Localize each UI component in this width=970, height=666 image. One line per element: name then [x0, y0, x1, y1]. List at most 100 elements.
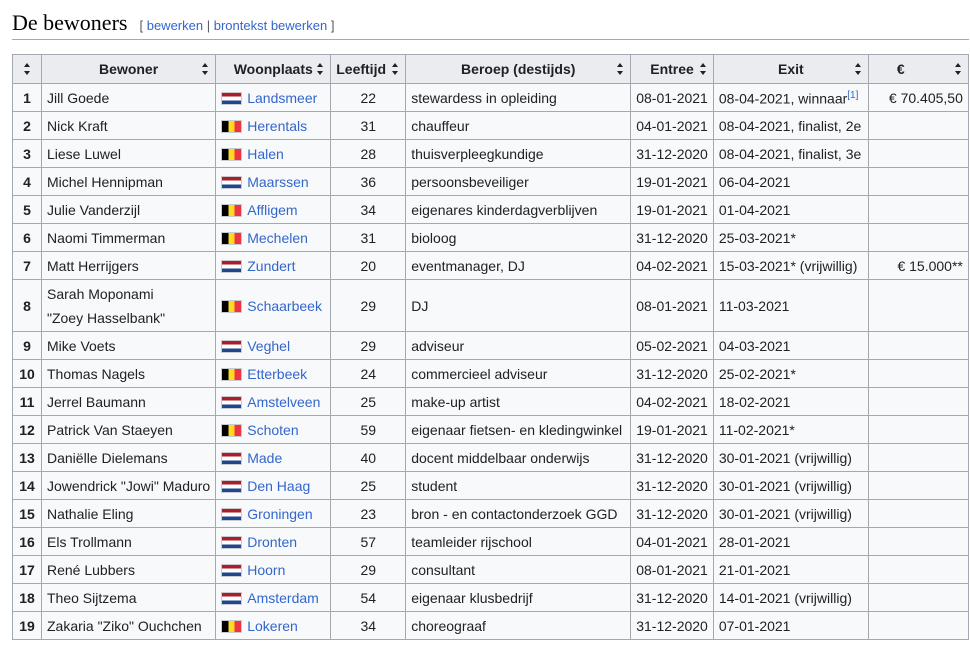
residence-link[interactable]: Veghel	[247, 338, 290, 354]
profession-cell: eigenares kinderdagverblijven	[405, 195, 632, 224]
entry-cell: 31-12-2020	[630, 583, 714, 612]
netherlands-flag-icon	[221, 339, 243, 353]
row-number: 11	[12, 387, 42, 416]
profession-cell: thuisverpleegkundige	[405, 139, 632, 168]
column-header-resident[interactable]: Bewoner	[40, 54, 217, 84]
column-header-exit[interactable]: Exit	[712, 54, 869, 84]
residence-cell: Groningen	[215, 499, 332, 528]
exit-date: 07-01-2021	[718, 617, 791, 634]
age-cell: 54	[330, 583, 407, 612]
table-row: 14 Jowendrick "Jowi" Maduro Den Haag 25 stud…	[12, 471, 969, 500]
residence-cell: Zundert	[215, 251, 332, 280]
column-header-entry[interactable]: Entree	[630, 54, 714, 84]
netherlands-flag-icon	[221, 451, 243, 465]
resident-name: Matt Herrijgers	[47, 257, 139, 274]
table-row: 18 Theo Sijtzema Amsterdam 54 eigenaar klusb…	[12, 583, 969, 612]
row-number: 18	[12, 583, 42, 612]
residence-link[interactable]: Herentals	[247, 118, 307, 134]
table-row: 15 Nathalie Eling Groningen 23 bron - en con…	[12, 499, 969, 528]
residence-link[interactable]: Zundert	[247, 258, 295, 274]
profession-cell: docent middelbaar onderwijs	[405, 443, 632, 472]
age-cell: 57	[330, 527, 407, 556]
exit-cell: 30-01-2021 (vrijwillig)	[712, 471, 869, 500]
exit-cell: 08-04-2021, finalist, 3e	[712, 139, 869, 168]
residence-link[interactable]: Groningen	[247, 506, 312, 522]
profession-cell: DJ	[405, 279, 632, 332]
resident-name: Julie Vanderzijl	[47, 201, 141, 218]
exit-cell: 18-02-2021	[712, 387, 869, 416]
residence-link[interactable]: Schaarbeek	[247, 298, 322, 314]
entry-cell: 19-01-2021	[630, 167, 714, 196]
column-header-residence[interactable]: Woonplaats	[215, 54, 332, 84]
sort-icon[interactable]	[699, 63, 707, 75]
column-header-profession[interactable]: Beroep (destijds)	[405, 54, 632, 84]
exit-cell: 01-04-2021	[712, 195, 869, 224]
entry-cell: 31-12-2020	[630, 139, 714, 168]
residence-link[interactable]: Landsmeer	[247, 90, 317, 106]
table-row: 6 Naomi Timmerman Mechelen 31 bioloog 31-12-2…	[12, 223, 969, 252]
exit-date: 04-03-2021	[718, 337, 791, 354]
netherlands-flag-icon	[221, 479, 243, 493]
footnote[interactable]: [1]	[847, 88, 858, 101]
row-number: 1	[12, 83, 42, 112]
resident-name: Jill Goede	[47, 89, 110, 106]
table-body: 1 Jill Goede Landsmeer 22 stewardess in ople…	[12, 83, 969, 640]
residence-link[interactable]: Halen	[247, 146, 284, 162]
residence-link[interactable]: Etterbeek	[247, 366, 307, 382]
edit-link[interactable]: bewerken	[147, 18, 203, 33]
residence-cell: Landsmeer	[215, 83, 332, 112]
residence-link[interactable]: Amsterdam	[247, 590, 319, 606]
residence-link[interactable]: Maarssen	[247, 174, 308, 190]
sort-icon[interactable]	[854, 63, 862, 75]
prize-cell	[867, 279, 969, 332]
residents-table: Bewoner Woonplaats Leeftijd Beroep (dest…	[12, 54, 969, 640]
residence-link[interactable]: Mechelen	[247, 230, 308, 246]
entry-cell: 31-12-2020	[630, 611, 714, 640]
edit-source-link[interactable]: brontekst bewerken	[214, 18, 327, 33]
exit-cell: 04-03-2021	[712, 331, 869, 360]
column-header-number[interactable]	[12, 54, 42, 84]
prize-cell	[867, 471, 969, 500]
residence-cell: Amsterdam	[215, 583, 332, 612]
profession-cell: bioloog	[405, 223, 632, 252]
sort-icon[interactable]	[954, 63, 962, 75]
entry-cell: 08-01-2021	[630, 279, 714, 332]
resident-cell: René Lubbers	[40, 555, 217, 584]
residence-link[interactable]: Hoorn	[247, 562, 285, 578]
resident-name: Daniëlle Dielemans	[47, 449, 168, 466]
row-number: 12	[12, 415, 42, 444]
exit-cell: 21-01-2021	[712, 555, 869, 584]
residence-link[interactable]: Dronten	[247, 534, 297, 550]
sort-icon[interactable]	[23, 63, 31, 75]
column-header-age[interactable]: Leeftijd	[330, 54, 407, 84]
age-cell: 29	[330, 279, 407, 332]
resident-cell: Julie Vanderzijl	[40, 195, 217, 224]
sort-icon[interactable]	[317, 63, 324, 75]
resident-name: Theo Sijtzema	[47, 589, 137, 606]
prize-cell	[867, 611, 969, 640]
footnote-link[interactable]: [1]	[847, 90, 858, 101]
column-header-prize[interactable]: €	[867, 54, 969, 84]
prize-cell	[867, 443, 969, 472]
table-row: 5 Julie Vanderzijl Affligem 34 eigenares kin…	[12, 195, 969, 224]
netherlands-flag-icon	[221, 395, 243, 409]
sort-icon[interactable]	[392, 63, 399, 75]
prize-cell	[867, 111, 969, 140]
residence-link[interactable]: Den Haag	[247, 478, 310, 494]
residence-link[interactable]: Affligem	[247, 202, 297, 218]
sort-icon[interactable]	[617, 63, 624, 75]
age-cell: 29	[330, 331, 407, 360]
entry-cell: 04-01-2021	[630, 527, 714, 556]
residence-link[interactable]: Schoten	[247, 422, 298, 438]
exit-date: 28-01-2021	[718, 533, 791, 550]
residence-link[interactable]: Lokeren	[247, 618, 298, 634]
age-cell: 59	[330, 415, 407, 444]
residence-link[interactable]: Amstelveen	[247, 394, 320, 410]
exit-date: 14-01-2021 (vrijwillig)	[718, 589, 852, 606]
age-cell: 20	[330, 251, 407, 280]
residence-link[interactable]: Made	[247, 450, 282, 466]
age-cell: 29	[330, 555, 407, 584]
sort-icon[interactable]	[202, 63, 209, 75]
age-cell: 24	[330, 359, 407, 388]
section-heading: De bewoners [ bewerken | brontekst bewer…	[12, 8, 969, 40]
